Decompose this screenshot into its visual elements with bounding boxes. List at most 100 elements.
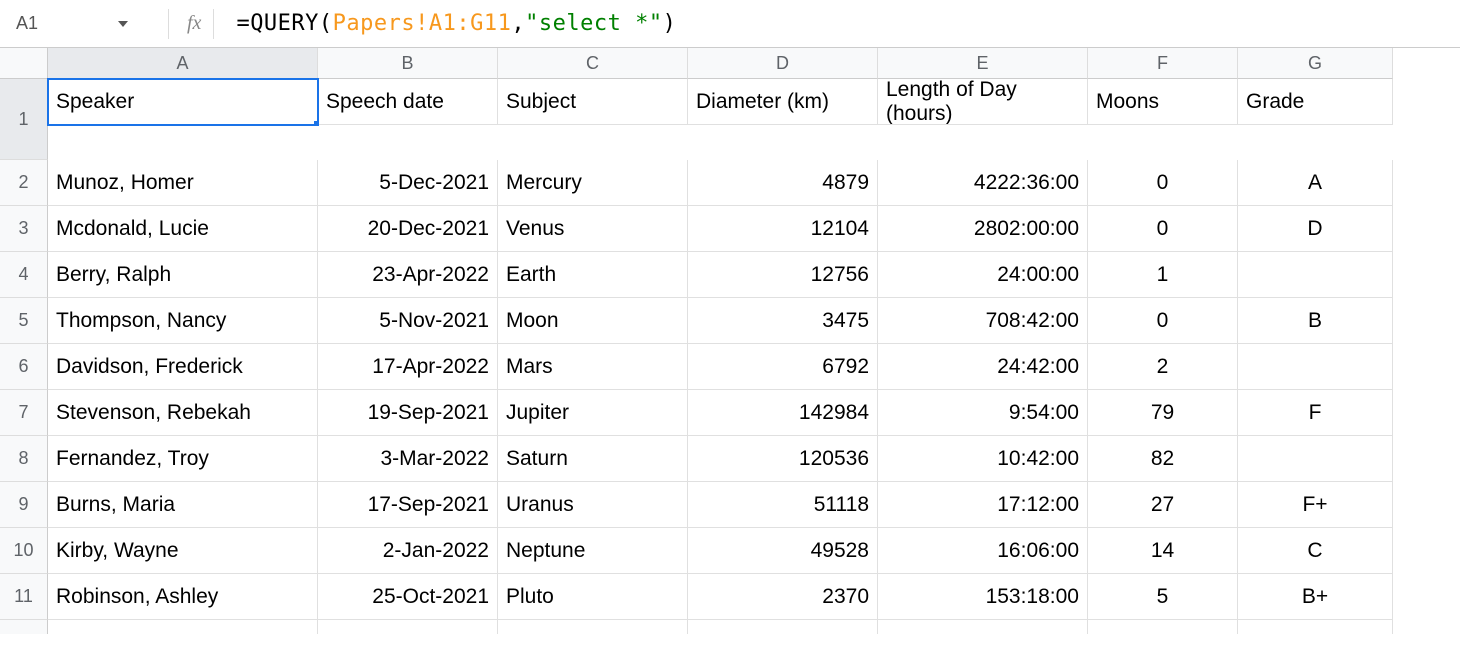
cell-C1[interactable]: Subject — [498, 79, 688, 125]
cell-D5[interactable]: 3475 — [688, 298, 878, 344]
cell-G4[interactable] — [1238, 252, 1393, 298]
row-header-2[interactable]: 2 — [0, 160, 48, 206]
row-header-1[interactable]: 1 — [0, 79, 48, 160]
cell-E3[interactable]: 2802:00:00 — [878, 206, 1088, 252]
cell-D6[interactable]: 6792 — [688, 344, 878, 390]
cell-F5[interactable]: 0 — [1088, 298, 1238, 344]
cell-C6[interactable]: Mars — [498, 344, 688, 390]
cell-E9[interactable]: 17:12:00 — [878, 482, 1088, 528]
cell-D8[interactable]: 120536 — [688, 436, 878, 482]
select-all-corner[interactable] — [0, 48, 48, 79]
cell-A5[interactable]: Thompson, Nancy — [48, 298, 318, 344]
cell-F11[interactable]: 5 — [1088, 574, 1238, 620]
cell-G3[interactable]: D — [1238, 206, 1393, 252]
cell-C5[interactable]: Moon — [498, 298, 688, 344]
cell-E10[interactable]: 16:06:00 — [878, 528, 1088, 574]
cell-A10[interactable]: Kirby, Wayne — [48, 528, 318, 574]
formula-input[interactable]: =QUERY(Papers!A1:G11,"select *") — [214, 11, 1460, 36]
row-header-7[interactable]: 7 — [0, 390, 48, 436]
cell-D4[interactable]: 12756 — [688, 252, 878, 298]
cell-F9[interactable]: 27 — [1088, 482, 1238, 528]
cell-B11[interactable]: 25-Oct-2021 — [318, 574, 498, 620]
cell-B4[interactable]: 23-Apr-2022 — [318, 252, 498, 298]
cell-C10[interactable]: Neptune — [498, 528, 688, 574]
cell-G8[interactable] — [1238, 436, 1393, 482]
cell-A7[interactable]: Stevenson, Rebekah — [48, 390, 318, 436]
col-header-E[interactable]: E — [878, 48, 1088, 79]
cell-D7[interactable]: 142984 — [688, 390, 878, 436]
row-header-5[interactable]: 5 — [0, 298, 48, 344]
cell-C3[interactable]: Venus — [498, 206, 688, 252]
cell-E6[interactable]: 24:42:00 — [878, 344, 1088, 390]
cell-E1[interactable]: Length of Day (hours) — [878, 79, 1088, 125]
selection-handle[interactable] — [313, 120, 318, 125]
cell-E4[interactable]: 24:00:00 — [878, 252, 1088, 298]
cell-F6[interactable]: 2 — [1088, 344, 1238, 390]
col-header-D[interactable]: D — [688, 48, 878, 79]
cell-D2[interactable]: 4879 — [688, 160, 878, 206]
cell-B7[interactable]: 19-Sep-2021 — [318, 390, 498, 436]
cell-B9[interactable]: 17-Sep-2021 — [318, 482, 498, 528]
spreadsheet-grid[interactable]: A B C D E F G 1 Speaker Speech date Subj… — [0, 48, 1460, 634]
cell-G1[interactable]: Grade — [1238, 79, 1393, 125]
cell-F7[interactable]: 79 — [1088, 390, 1238, 436]
cell-A11[interactable]: Robinson, Ashley — [48, 574, 318, 620]
cell-E11[interactable]: 153:18:00 — [878, 574, 1088, 620]
cell-E7[interactable]: 9:54:00 — [878, 390, 1088, 436]
cell-C8[interactable]: Saturn — [498, 436, 688, 482]
cell-B8[interactable]: 3-Mar-2022 — [318, 436, 498, 482]
cell-F1[interactable]: Moons — [1088, 79, 1238, 125]
cell-B2[interactable]: 5-Dec-2021 — [318, 160, 498, 206]
row-header-4[interactable]: 4 — [0, 252, 48, 298]
cell-C7[interactable]: Jupiter — [498, 390, 688, 436]
cell-F2[interactable]: 0 — [1088, 160, 1238, 206]
cell-D9[interactable]: 51118 — [688, 482, 878, 528]
col-header-F[interactable]: F — [1088, 48, 1238, 79]
cell-A1[interactable]: Speaker — [48, 79, 318, 125]
row-header-3[interactable]: 3 — [0, 206, 48, 252]
cell-C2[interactable]: Mercury — [498, 160, 688, 206]
cell-F10[interactable]: 14 — [1088, 528, 1238, 574]
row-header-11[interactable]: 11 — [0, 574, 48, 620]
name-box[interactable]: A1 — [8, 13, 158, 34]
cell-C9[interactable]: Uranus — [498, 482, 688, 528]
cell-B5[interactable]: 5-Nov-2021 — [318, 298, 498, 344]
cell-E8[interactable]: 10:42:00 — [878, 436, 1088, 482]
cell-G5[interactable]: B — [1238, 298, 1393, 344]
col-header-C[interactable]: C — [498, 48, 688, 79]
row-header-6[interactable]: 6 — [0, 344, 48, 390]
cell-A2[interactable]: Munoz, Homer — [48, 160, 318, 206]
cell-B1[interactable]: Speech date — [318, 79, 498, 125]
cell-C4[interactable]: Earth — [498, 252, 688, 298]
cell-F8[interactable]: 82 — [1088, 436, 1238, 482]
chevron-down-icon[interactable] — [118, 21, 128, 27]
cell-E2[interactable]: 4222:36:00 — [878, 160, 1088, 206]
cell-G2[interactable]: A — [1238, 160, 1393, 206]
cell-G10[interactable]: C — [1238, 528, 1393, 574]
col-header-G[interactable]: G — [1238, 48, 1393, 79]
cell-B10[interactable]: 2-Jan-2022 — [318, 528, 498, 574]
cell-A6[interactable]: Davidson, Frederick — [48, 344, 318, 390]
col-header-A[interactable]: A — [48, 48, 318, 79]
cell-B6[interactable]: 17-Apr-2022 — [318, 344, 498, 390]
cell-F3[interactable]: 0 — [1088, 206, 1238, 252]
cell-D11[interactable]: 2370 — [688, 574, 878, 620]
cell-F4[interactable]: 1 — [1088, 252, 1238, 298]
cell-D10[interactable]: 49528 — [688, 528, 878, 574]
cell-E5[interactable]: 708:42:00 — [878, 298, 1088, 344]
cell-B3[interactable]: 20-Dec-2021 — [318, 206, 498, 252]
row-header-8[interactable]: 8 — [0, 436, 48, 482]
cell-G11[interactable]: B+ — [1238, 574, 1393, 620]
cell-C11[interactable]: Pluto — [498, 574, 688, 620]
row-header-9[interactable]: 9 — [0, 482, 48, 528]
cell-A9[interactable]: Burns, Maria — [48, 482, 318, 528]
cell-A8[interactable]: Fernandez, Troy — [48, 436, 318, 482]
cell-G7[interactable]: F — [1238, 390, 1393, 436]
cell-D1[interactable]: Diameter (km) — [688, 79, 878, 125]
cell-D3[interactable]: 12104 — [688, 206, 878, 252]
row-header-10[interactable]: 10 — [0, 528, 48, 574]
cell-G9[interactable]: F+ — [1238, 482, 1393, 528]
cell-A4[interactable]: Berry, Ralph — [48, 252, 318, 298]
col-header-B[interactable]: B — [318, 48, 498, 79]
cell-A3[interactable]: Mcdonald, Lucie — [48, 206, 318, 252]
